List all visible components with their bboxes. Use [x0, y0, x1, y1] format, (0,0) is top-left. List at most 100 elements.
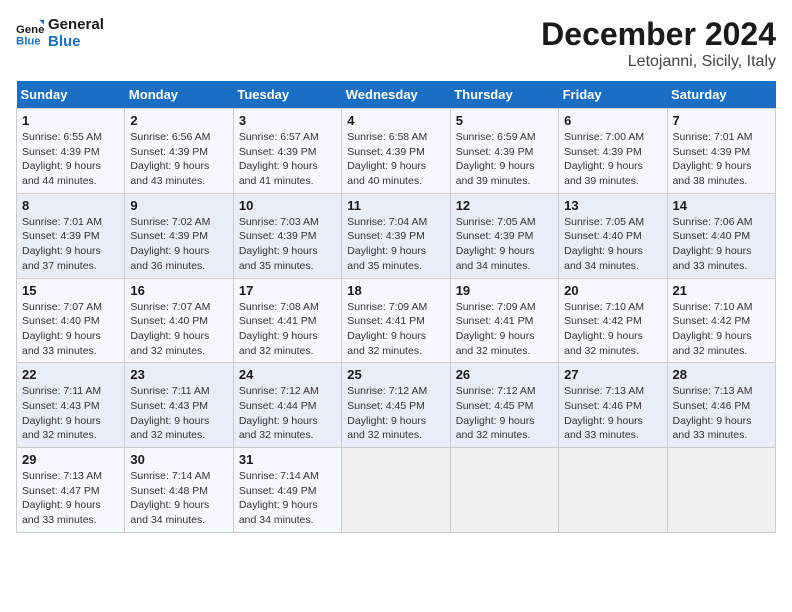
day-info: Sunrise: 7:10 AMSunset: 4:42 PMDaylight:… — [673, 300, 770, 359]
day-info: Sunrise: 7:08 AMSunset: 4:41 PMDaylight:… — [239, 300, 336, 359]
calendar-cell: 3 Sunrise: 6:57 AMSunset: 4:39 PMDaylight… — [233, 109, 341, 194]
calendar-cell: 6 Sunrise: 7:00 AMSunset: 4:39 PMDaylight… — [559, 109, 667, 194]
day-info: Sunrise: 7:01 AMSunset: 4:39 PMDaylight:… — [673, 130, 770, 189]
day-number: 25 — [347, 367, 444, 382]
calendar-cell: 23 Sunrise: 7:11 AMSunset: 4:43 PMDayligh… — [125, 363, 233, 448]
calendar-cell: 19Sunrise: 7:09 AMSunset: 4:41 PMDayligh… — [450, 278, 558, 363]
day-number: 30 — [130, 452, 227, 467]
day-info: Sunrise: 7:11 AMSunset: 4:43 PMDaylight:… — [130, 384, 227, 443]
day-info: Sunrise: 7:01 AMSunset: 4:39 PMDaylight:… — [22, 215, 119, 274]
day-info: Sunrise: 7:02 AMSunset: 4:39 PMDaylight:… — [130, 215, 227, 274]
title-block: December 2024 Letojanni, Sicily, Italy — [541, 16, 776, 71]
day-info: Sunrise: 7:14 AMSunset: 4:48 PMDaylight:… — [130, 469, 227, 528]
calendar-cell: 16Sunrise: 7:07 AMSunset: 4:40 PMDayligh… — [125, 278, 233, 363]
day-info: Sunrise: 7:13 AMSunset: 4:46 PMDaylight:… — [564, 384, 661, 443]
day-info: Sunrise: 7:12 AMSunset: 4:45 PMDaylight:… — [347, 384, 444, 443]
day-number: 5 — [456, 113, 553, 128]
day-number: 6 — [564, 113, 661, 128]
day-of-week-header: Monday — [125, 81, 233, 109]
day-of-week-header: Saturday — [667, 81, 775, 109]
day-number: 3 — [239, 113, 336, 128]
day-info: Sunrise: 7:13 AMSunset: 4:46 PMDaylight:… — [673, 384, 770, 443]
page-header: General Blue General Blue December 2024 … — [16, 16, 776, 71]
day-info: Sunrise: 7:06 AMSunset: 4:40 PMDaylight:… — [673, 215, 770, 274]
svg-text:General: General — [16, 24, 44, 36]
day-info: Sunrise: 7:13 AMSunset: 4:47 PMDaylight:… — [22, 469, 119, 528]
calendar-cell: 24Sunrise: 7:12 AMSunset: 4:44 PMDayligh… — [233, 363, 341, 448]
calendar-cell: 12 Sunrise: 7:05 AMSunset: 4:39 PMDayligh… — [450, 193, 558, 278]
calendar-cell: 18 Sunrise: 7:09 AMSunset: 4:41 PMDayligh… — [342, 278, 450, 363]
day-number: 10 — [239, 198, 336, 213]
calendar-week-row: 15 Sunrise: 7:07 AMSunset: 4:40 PMDayligh… — [17, 278, 776, 363]
calendar-cell: 31Sunrise: 7:14 AMSunset: 4:49 PMDayligh… — [233, 448, 341, 533]
calendar-week-row: 8Sunrise: 7:01 AMSunset: 4:39 PMDaylight… — [17, 193, 776, 278]
day-number: 7 — [673, 113, 770, 128]
day-info: Sunrise: 7:05 AMSunset: 4:40 PMDaylight:… — [564, 215, 661, 274]
day-info: Sunrise: 6:55 AMSunset: 4:39 PMDaylight:… — [22, 130, 119, 189]
calendar-cell: 21 Sunrise: 7:10 AMSunset: 4:42 PMDayligh… — [667, 278, 775, 363]
day-info: Sunrise: 7:04 AMSunset: 4:39 PMDaylight:… — [347, 215, 444, 274]
day-info: Sunrise: 6:57 AMSunset: 4:39 PMDaylight:… — [239, 130, 336, 189]
day-of-week-header: Friday — [559, 81, 667, 109]
calendar-cell: 29 Sunrise: 7:13 AMSunset: 4:47 PMDayligh… — [17, 448, 125, 533]
calendar-cell: 27 Sunrise: 7:13 AMSunset: 4:46 PMDayligh… — [559, 363, 667, 448]
logo: General Blue General Blue — [16, 16, 104, 51]
calendar-week-row: 1 Sunrise: 6:55 AMSunset: 4:39 PMDaylight… — [17, 109, 776, 194]
calendar-cell: 20Sunrise: 7:10 AMSunset: 4:42 PMDayligh… — [559, 278, 667, 363]
day-number: 2 — [130, 113, 227, 128]
calendar-week-row: 22Sunrise: 7:11 AMSunset: 4:43 PMDayligh… — [17, 363, 776, 448]
calendar-cell: 15 Sunrise: 7:07 AMSunset: 4:40 PMDayligh… — [17, 278, 125, 363]
day-info: Sunrise: 7:12 AMSunset: 4:44 PMDaylight:… — [239, 384, 336, 443]
calendar-cell: 8Sunrise: 7:01 AMSunset: 4:39 PMDaylight… — [17, 193, 125, 278]
day-info: Sunrise: 7:07 AMSunset: 4:40 PMDaylight:… — [22, 300, 119, 359]
calendar-cell: 9 Sunrise: 7:02 AMSunset: 4:39 PMDaylight… — [125, 193, 233, 278]
logo-line2: Blue — [48, 33, 104, 50]
calendar-header-row: SundayMondayTuesdayWednesdayThursdayFrid… — [17, 81, 776, 109]
day-number: 23 — [130, 367, 227, 382]
day-of-week-header: Tuesday — [233, 81, 341, 109]
day-number: 14 — [673, 198, 770, 213]
day-number: 1 — [22, 113, 119, 128]
calendar-cell: 2Sunrise: 6:56 AMSunset: 4:39 PMDaylight… — [125, 109, 233, 194]
day-info: Sunrise: 7:05 AMSunset: 4:39 PMDaylight:… — [456, 215, 553, 274]
day-of-week-header: Thursday — [450, 81, 558, 109]
calendar-cell — [667, 448, 775, 533]
day-number: 27 — [564, 367, 661, 382]
calendar-cell: 4 Sunrise: 6:58 AMSunset: 4:39 PMDaylight… — [342, 109, 450, 194]
day-number: 15 — [22, 283, 119, 298]
day-number: 18 — [347, 283, 444, 298]
calendar-cell: 7 Sunrise: 7:01 AMSunset: 4:39 PMDaylight… — [667, 109, 775, 194]
day-number: 20 — [564, 283, 661, 298]
day-number: 29 — [22, 452, 119, 467]
calendar-body: 1 Sunrise: 6:55 AMSunset: 4:39 PMDaylight… — [17, 109, 776, 533]
day-of-week-header: Sunday — [17, 81, 125, 109]
calendar-cell: 11Sunrise: 7:04 AMSunset: 4:39 PMDayligh… — [342, 193, 450, 278]
day-number: 4 — [347, 113, 444, 128]
day-info: Sunrise: 7:12 AMSunset: 4:45 PMDaylight:… — [456, 384, 553, 443]
day-info: Sunrise: 7:09 AMSunset: 4:41 PMDaylight:… — [456, 300, 553, 359]
calendar-cell — [342, 448, 450, 533]
calendar-cell: 13Sunrise: 7:05 AMSunset: 4:40 PMDayligh… — [559, 193, 667, 278]
logo-line1: General — [48, 16, 104, 33]
day-info: Sunrise: 6:59 AMSunset: 4:39 PMDaylight:… — [456, 130, 553, 189]
page-subtitle: Letojanni, Sicily, Italy — [541, 53, 776, 71]
logo-icon: General Blue — [16, 19, 44, 47]
calendar-cell: 14 Sunrise: 7:06 AMSunset: 4:40 PMDayligh… — [667, 193, 775, 278]
day-number: 9 — [130, 198, 227, 213]
svg-text:Blue: Blue — [16, 36, 41, 48]
calendar-week-row: 29 Sunrise: 7:13 AMSunset: 4:47 PMDayligh… — [17, 448, 776, 533]
day-number: 26 — [456, 367, 553, 382]
day-info: Sunrise: 6:58 AMSunset: 4:39 PMDaylight:… — [347, 130, 444, 189]
calendar-cell: 5 Sunrise: 6:59 AMSunset: 4:39 PMDaylight… — [450, 109, 558, 194]
calendar-cell: 1 Sunrise: 6:55 AMSunset: 4:39 PMDaylight… — [17, 109, 125, 194]
day-info: Sunrise: 7:14 AMSunset: 4:49 PMDaylight:… — [239, 469, 336, 528]
day-number: 21 — [673, 283, 770, 298]
page-title: December 2024 — [541, 16, 776, 53]
day-number: 12 — [456, 198, 553, 213]
calendar-cell: 10Sunrise: 7:03 AMSunset: 4:39 PMDayligh… — [233, 193, 341, 278]
day-info: Sunrise: 7:11 AMSunset: 4:43 PMDaylight:… — [22, 384, 119, 443]
calendar-cell: 25 Sunrise: 7:12 AMSunset: 4:45 PMDayligh… — [342, 363, 450, 448]
day-of-week-header: Wednesday — [342, 81, 450, 109]
day-info: Sunrise: 7:09 AMSunset: 4:41 PMDaylight:… — [347, 300, 444, 359]
day-info: Sunrise: 7:00 AMSunset: 4:39 PMDaylight:… — [564, 130, 661, 189]
